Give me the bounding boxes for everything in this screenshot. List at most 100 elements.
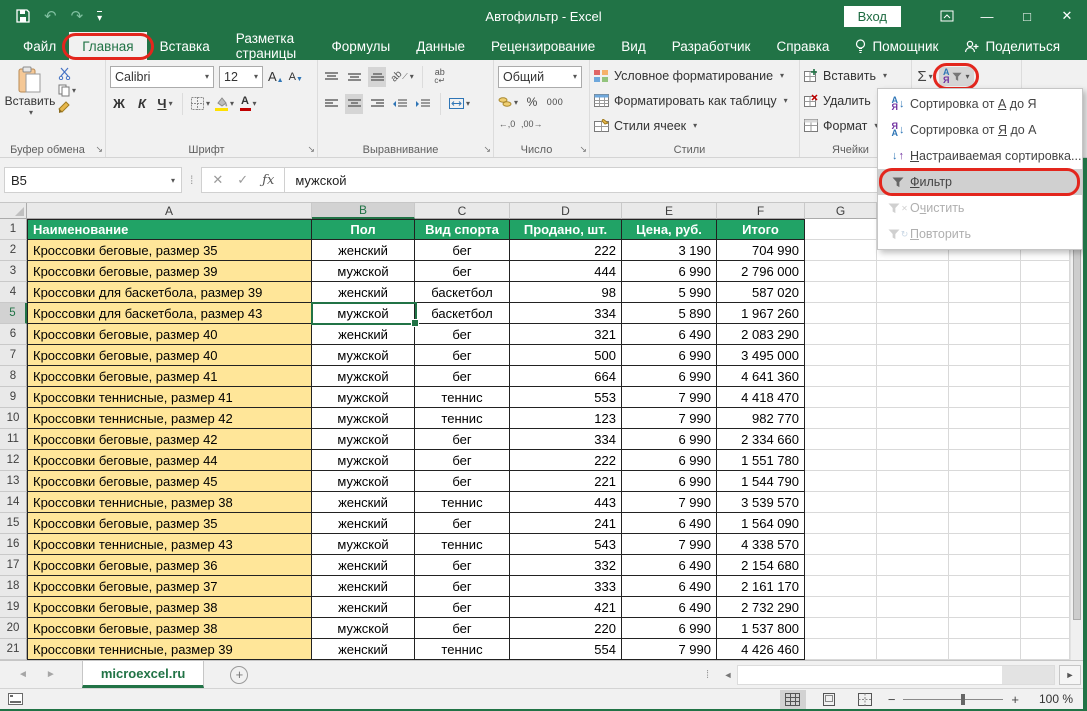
cell-C7[interactable]: бег (415, 345, 510, 366)
tab-formulas[interactable]: Формулы (319, 32, 404, 60)
cell-A6[interactable]: Кроссовки беговые, размер 40 (27, 324, 312, 345)
merge-center-button[interactable]: ▾ (449, 94, 470, 114)
cell-B20[interactable]: мужской (312, 618, 415, 639)
cell-F10[interactable]: 982 770 (717, 408, 805, 429)
cell-E5[interactable]: 5 890 (622, 303, 717, 324)
cell-B13[interactable]: мужской (312, 471, 415, 492)
tab-developer[interactable]: Разработчик (659, 32, 764, 60)
increase-font-size-button[interactable]: A▲ (268, 69, 284, 84)
cell-D2[interactable]: 222 (510, 240, 622, 261)
cell-B18[interactable]: женский (312, 576, 415, 597)
format-cells-button[interactable]: Формат▾ (804, 113, 878, 138)
cell[interactable] (949, 345, 1021, 366)
cell-F16[interactable]: 4 338 570 (717, 534, 805, 555)
cell-E12[interactable]: 6 990 (622, 450, 717, 471)
cell-E14[interactable]: 7 990 (622, 492, 717, 513)
cell-C5[interactable]: баскетбол (415, 303, 510, 324)
cell-E17[interactable]: 6 490 (622, 555, 717, 576)
normal-view-button[interactable] (780, 690, 806, 709)
cell[interactable] (949, 555, 1021, 576)
delete-cells-button[interactable]: Удалить▾ (804, 88, 882, 113)
paste-button[interactable]: Вставить ▾ (4, 63, 56, 117)
row-header-7[interactable]: 7 (0, 345, 27, 366)
cell[interactable] (1021, 282, 1070, 303)
tab-page-layout[interactable]: Разметка страницы (223, 32, 319, 60)
cell-F13[interactable]: 1 544 790 (717, 471, 805, 492)
cell-E11[interactable]: 6 990 (622, 429, 717, 450)
tab-insert[interactable]: Вставка (147, 32, 223, 60)
cell[interactable] (949, 408, 1021, 429)
cell-F5[interactable]: 1 967 260 (717, 303, 805, 324)
cell-D20[interactable]: 220 (510, 618, 622, 639)
cell-C4[interactable]: баскетбол (415, 282, 510, 303)
cell-B5[interactable]: мужской (312, 303, 415, 324)
cell-D3[interactable]: 444 (510, 261, 622, 282)
cell-A2[interactable]: Кроссовки беговые, размер 35 (27, 240, 312, 261)
cell-C16[interactable]: теннис (415, 534, 510, 555)
column-header-A[interactable]: A (27, 203, 312, 219)
cell[interactable] (1021, 324, 1070, 345)
cell-A20[interactable]: Кроссовки беговые, размер 38 (27, 618, 312, 639)
cell[interactable] (805, 324, 877, 345)
cell-B15[interactable]: женский (312, 513, 415, 534)
menu-item-sort-az[interactable]: АЯ↓Сортировка от А до Я (878, 91, 1082, 117)
font-dialog-launcher-icon[interactable]: ↘ (307, 144, 315, 155)
maximize-button[interactable]: □ (1007, 0, 1047, 32)
splitter-dots-icon[interactable]: ⁞ (706, 669, 709, 681)
cell-A18[interactable]: Кроссовки беговые, размер 37 (27, 576, 312, 597)
conditional-formatting-button[interactable]: Условное форматирование▾ (594, 63, 784, 88)
horizontal-scrollbar-track[interactable] (737, 665, 1055, 685)
row-header-8[interactable]: 8 (0, 366, 27, 387)
cell[interactable] (949, 576, 1021, 597)
cell[interactable] (1021, 555, 1070, 576)
row-header-14[interactable]: 14 (0, 492, 27, 513)
cell-E4[interactable]: 5 990 (622, 282, 717, 303)
cell[interactable] (949, 639, 1021, 660)
cell[interactable] (805, 513, 877, 534)
vertical-scrollbar[interactable] (1070, 203, 1083, 660)
cell-A17[interactable]: Кроссовки беговые, размер 36 (27, 555, 312, 576)
autosum-button[interactable]: Σ▾ (916, 67, 934, 87)
underline-button[interactable]: Ч▾ (156, 94, 174, 114)
cell[interactable] (805, 618, 877, 639)
cell-D19[interactable]: 421 (510, 597, 622, 618)
align-right-button[interactable] (368, 94, 386, 114)
previous-sheet-button[interactable]: ◄ (18, 669, 28, 680)
cell-styles-button[interactable]: Стили ячеек▾ (594, 113, 697, 138)
cell-D10[interactable]: 123 (510, 408, 622, 429)
cell[interactable] (877, 639, 949, 660)
align-middle-button[interactable] (345, 67, 363, 87)
cell-D6[interactable]: 321 (510, 324, 622, 345)
cell[interactable] (877, 513, 949, 534)
cell-F3[interactable]: 2 796 000 (717, 261, 805, 282)
accounting-format-button[interactable]: ▾ (498, 92, 518, 112)
cell-B21[interactable]: женский (312, 639, 415, 660)
cell-B19[interactable]: женский (312, 597, 415, 618)
page-layout-view-button[interactable] (816, 690, 842, 709)
cell-F2[interactable]: 704 990 (717, 240, 805, 261)
cell-F7[interactable]: 3 495 000 (717, 345, 805, 366)
cell[interactable] (1021, 534, 1070, 555)
cell-F11[interactable]: 2 334 660 (717, 429, 805, 450)
cell[interactable] (805, 282, 877, 303)
cell-A7[interactable]: Кроссовки беговые, размер 40 (27, 345, 312, 366)
cell-D12[interactable]: 222 (510, 450, 622, 471)
cell[interactable] (949, 366, 1021, 387)
name-box[interactable]: B5▾ (4, 167, 182, 193)
font-color-button[interactable]: А▾ (239, 94, 257, 114)
cell[interactable] (877, 366, 949, 387)
format-painter-button[interactable] (58, 101, 76, 114)
menu-item-sort-za[interactable]: ЯА↓Сортировка от Я до А (878, 117, 1082, 143)
cell[interactable] (1021, 429, 1070, 450)
cell-F4[interactable]: 587 020 (717, 282, 805, 303)
cell[interactable] (805, 576, 877, 597)
next-sheet-button[interactable]: ► (46, 669, 56, 680)
cell-F6[interactable]: 2 083 290 (717, 324, 805, 345)
cell[interactable] (805, 261, 877, 282)
tab-assistant[interactable]: Помощник (842, 32, 951, 60)
ribbon-display-options-button[interactable] (927, 0, 967, 32)
italic-button[interactable]: К (133, 94, 151, 114)
cell[interactable] (805, 408, 877, 429)
cell-D15[interactable]: 241 (510, 513, 622, 534)
save-button[interactable] (16, 9, 30, 23)
